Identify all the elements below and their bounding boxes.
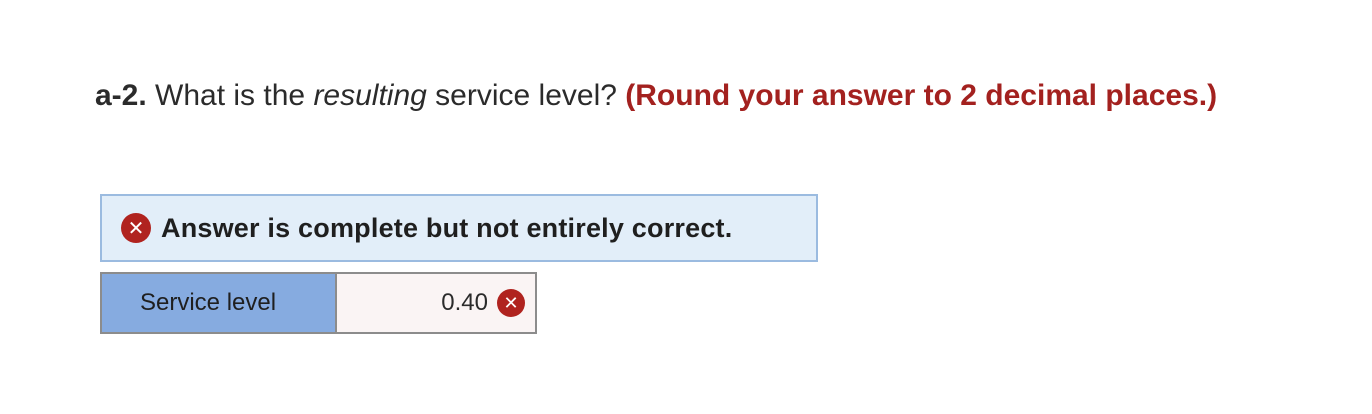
feedback-banner: ✕ Answer is complete but not entirely co…: [100, 194, 818, 262]
question-text: a-2. What is the resulting service level…: [95, 78, 1217, 114]
question-text-before: What is the: [146, 79, 314, 112]
answer-value: 0.40: [441, 289, 488, 316]
question-number: a-2.: [95, 79, 147, 112]
label-cell: Service level: [100, 272, 337, 334]
x-circle-icon: ✕: [121, 213, 151, 243]
rounding-hint: (Round your answer to 2 decimal places.): [625, 79, 1218, 112]
x-circle-icon: ✕: [497, 289, 525, 317]
table-row: Service level 0.40 ✕: [100, 272, 537, 334]
question-italic-word: resulting: [313, 79, 427, 112]
feedback-message: Answer is complete but not entirely corr…: [161, 212, 733, 243]
service-level-label: Service level: [140, 289, 277, 316]
answer-table: Service level 0.40 ✕: [100, 272, 537, 334]
question-text-after: service level?: [426, 79, 626, 112]
answer-cell[interactable]: 0.40 ✕: [335, 272, 537, 334]
